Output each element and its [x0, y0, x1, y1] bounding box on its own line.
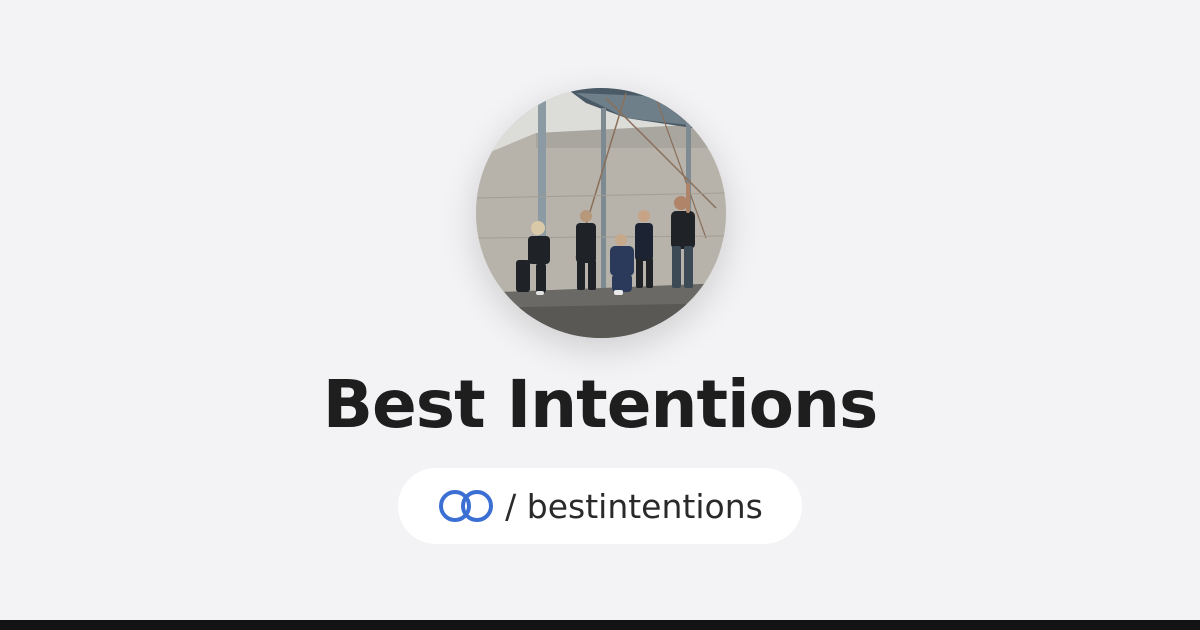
profile-name: Best Intentions [322, 366, 879, 443]
profile-handle-link[interactable]: / bestintentions [398, 468, 802, 544]
footer-bar [0, 620, 1200, 630]
profile-avatar [476, 88, 726, 338]
profile-handle: / bestintentions [505, 486, 763, 526]
linked-rings-icon [437, 488, 495, 524]
